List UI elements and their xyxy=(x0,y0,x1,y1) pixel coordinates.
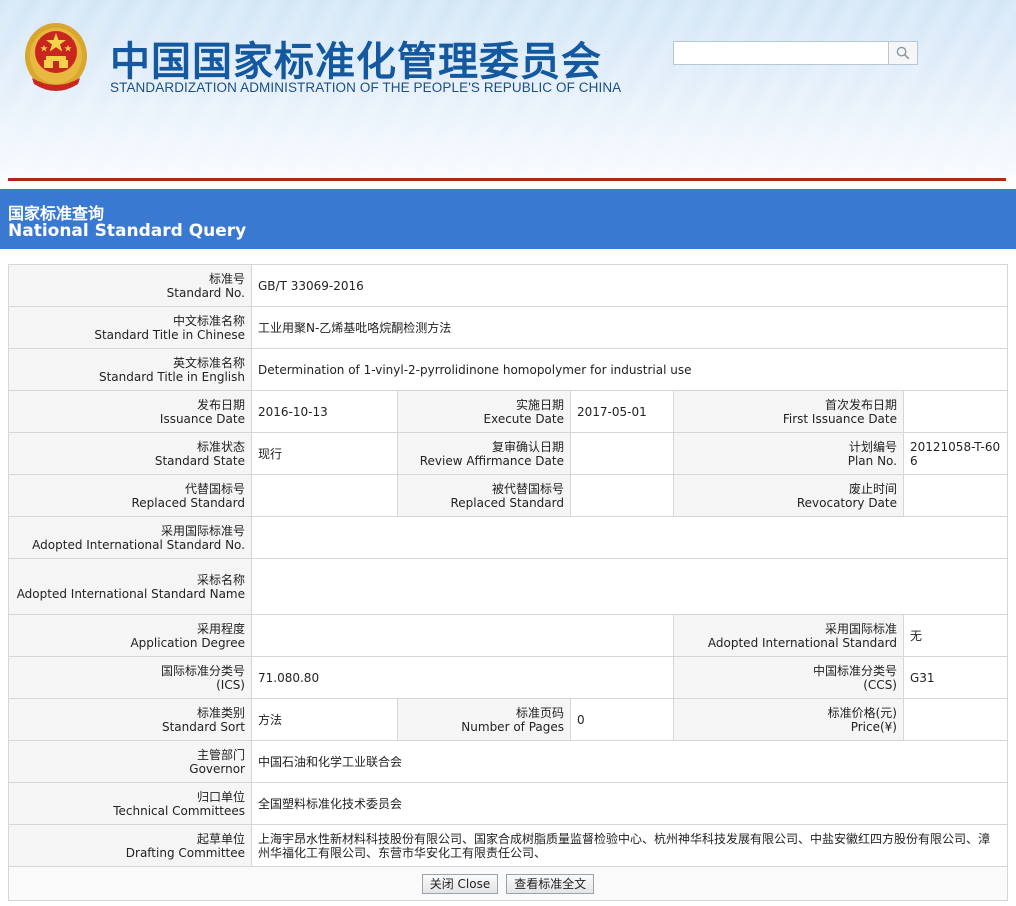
label-standard-state: 标准状态 Standard State xyxy=(8,432,252,475)
label-title-chinese: 中文标准名称 Standard Title in Chinese xyxy=(8,306,252,349)
label-standard-no: 标准号 Standard No. xyxy=(8,264,252,307)
row-dates: 发布日期 Issuance Date 2016-10-13 实施日期 Execute… xyxy=(8,390,1009,433)
value-standard-state: 现行 xyxy=(251,432,398,475)
row-application-degree: 采用程度 Application Degree 采用国际标准 Adopted Int… xyxy=(8,614,1009,657)
row-technical-committees: 归口单位 Technical Committees 全国塑料标准化技术委员会 xyxy=(8,782,1009,825)
label-execute-date: 实施日期 Execute Date xyxy=(397,390,571,433)
row-adopted-intl-name: 采标名称 Adopted International Standard Name xyxy=(8,558,1009,615)
row-title-chinese: 中文标准名称 Standard Title in Chinese 工业用聚N-乙烯… xyxy=(8,306,1009,349)
row-replaced: 代替国标号 Replaced Standard 被代替国标号 Replaced St… xyxy=(8,474,1009,517)
label-ics: 国际标准分类号 (ICS) xyxy=(8,656,252,699)
label-first-issuance-date: 首次发布日期 First Issuance Date xyxy=(673,390,904,433)
value-pages: 0 xyxy=(570,698,674,741)
row-adopted-intl-no: 采用国际标准号 Adopted International Standard No… xyxy=(8,516,1009,559)
value-replaced-by xyxy=(570,474,674,517)
label-revocatory-date: 废止时间 Revocatory Date xyxy=(673,474,904,517)
national-emblem-icon xyxy=(25,23,87,91)
label-price: 标准价格(元) Price(¥) xyxy=(673,698,904,741)
value-title-english: Determination of 1-vinyl-2-pyrrolidinone… xyxy=(250,348,1009,391)
banner-title-english: National Standard Query xyxy=(8,221,247,241)
search-input[interactable] xyxy=(673,41,889,65)
row-sort: 标准类别 Standard Sort 方法 标准页码 Number of Pages… xyxy=(8,698,1009,741)
label-pages: 标准页码 Number of Pages xyxy=(397,698,571,741)
value-standard-sort: 方法 xyxy=(251,698,398,741)
row-standard-no: 标准号 Standard No. GB/T 33069-2016 xyxy=(8,264,1009,307)
label-replaced-standard: 代替国标号 Replaced Standard xyxy=(8,474,252,517)
label-replaced-by: 被代替国标号 Replaced Standard xyxy=(397,474,571,517)
value-adopted-intl-name xyxy=(250,558,1009,615)
label-ccs: 中国标准分类号 (CCS) xyxy=(673,656,904,699)
search-icon xyxy=(896,46,910,60)
value-ics: 71.080.80 xyxy=(251,656,674,699)
value-title-chinese: 工业用聚N-乙烯基吡咯烷酮检测方法 xyxy=(250,306,1009,349)
row-drafting-committee: 起草单位 Drafting Committee 上海宇昂水性新材料科技股份有限公司… xyxy=(8,824,1009,867)
value-issuance-date: 2016-10-13 xyxy=(251,390,398,433)
actions-cell: 关闭 Close 查看标准全文 xyxy=(7,866,1009,901)
value-replaced-standard xyxy=(251,474,398,517)
value-standard-no: GB/T 33069-2016 xyxy=(250,264,1009,307)
section-banner: 国家标准查询 National Standard Query xyxy=(0,189,1016,249)
site-header: 中国国家标准化管理委员会 STANDARDIZATION ADMINISTRAT… xyxy=(0,0,1016,178)
search-button[interactable] xyxy=(889,41,918,65)
row-title-english: 英文标准名称 Standard Title in English Determin… xyxy=(8,348,1009,391)
row-state: 标准状态 Standard State 现行 复审确认日期 Review Affir… xyxy=(8,432,1009,475)
row-governor: 主管部门 Governor 中国石油和化学工业联合会 xyxy=(8,740,1009,783)
value-first-issuance-date xyxy=(902,390,1009,433)
label-governor: 主管部门 Governor xyxy=(8,740,252,783)
label-technical-committees: 归口单位 Technical Committees xyxy=(8,782,252,825)
label-drafting-committee: 起草单位 Drafting Committee xyxy=(8,824,252,867)
value-price xyxy=(902,698,1009,741)
header-divider xyxy=(8,178,1006,181)
view-full-text-button[interactable]: 查看标准全文 xyxy=(506,873,595,894)
value-revocatory-date xyxy=(902,474,1009,517)
value-drafting-committee: 上海宇昂水性新材料科技股份有限公司、国家合成树脂质量监督检验中心、杭州神华科技发… xyxy=(250,824,1009,867)
label-title-english: 英文标准名称 Standard Title in English xyxy=(8,348,252,391)
label-adopted-intl-no: 采用国际标准号 Adopted International Standard No… xyxy=(8,516,252,559)
value-governor: 中国石油和化学工业联合会 xyxy=(250,740,1009,783)
label-adopted-intl-name: 采标名称 Adopted International Standard Name xyxy=(8,558,252,615)
label-issuance-date: 发布日期 Issuance Date xyxy=(8,390,252,433)
label-plan-no: 计划编号 Plan No. xyxy=(673,432,904,475)
value-execute-date: 2017-05-01 xyxy=(570,390,674,433)
label-standard-sort: 标准类别 Standard Sort xyxy=(8,698,252,741)
value-adopted-intl: 无 xyxy=(902,614,1009,657)
value-plan-no: 20121058-T-606 xyxy=(902,432,1009,475)
value-technical-committees: 全国塑料标准化技术委员会 xyxy=(250,782,1009,825)
standard-detail-table: 标准号 Standard No. GB/T 33069-2016 中文标准名称 St… xyxy=(7,264,1009,901)
row-classification: 国际标准分类号 (ICS) 71.080.80 中国标准分类号 (CCS) G31 xyxy=(8,656,1009,699)
value-review-date xyxy=(570,432,674,475)
close-button[interactable]: 关闭 Close xyxy=(421,873,499,894)
value-application-degree xyxy=(251,614,674,657)
label-application-degree: 采用程度 Application Degree xyxy=(8,614,252,657)
label-adopted-intl: 采用国际标准 Adopted International Standard xyxy=(673,614,904,657)
site-title-english: STANDARDIZATION ADMINISTRATION OF THE PE… xyxy=(110,80,622,95)
row-actions: 关闭 Close 查看标准全文 xyxy=(7,866,1009,901)
label-review-date: 复审确认日期 Review Affirmance Date xyxy=(397,432,571,475)
site-title-chinese: 中国国家标准化管理委员会 xyxy=(110,39,602,85)
value-adopted-intl-no xyxy=(250,516,1009,559)
value-ccs: G31 xyxy=(902,656,1009,699)
